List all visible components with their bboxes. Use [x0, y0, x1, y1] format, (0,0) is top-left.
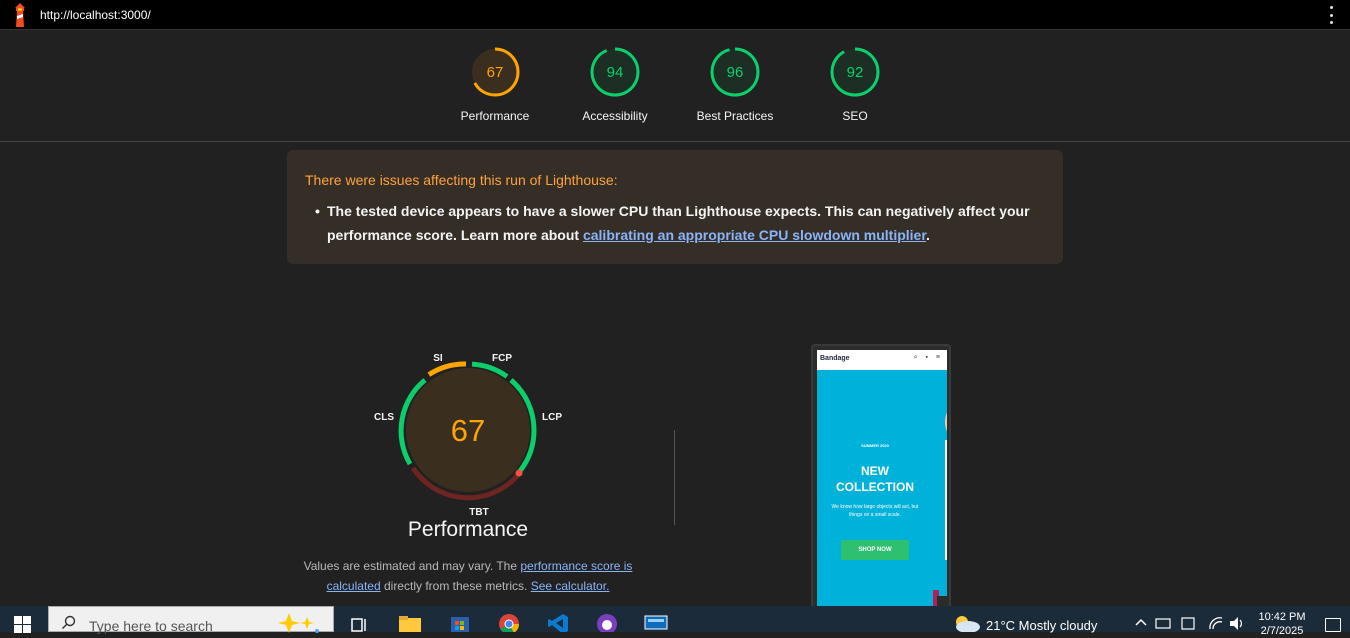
remote-desktop-icon[interactable]: [644, 612, 668, 632]
metric-label-tbt: TBT: [469, 507, 488, 518]
gauge-label: Best Practices: [696, 109, 774, 123]
task-view-icon[interactable]: [348, 612, 372, 632]
tray-icons: [1135, 617, 1242, 630]
warning-suffix: .: [926, 227, 930, 243]
cloudy-weather-icon: [956, 616, 980, 632]
notifications-icon[interactable]: [1325, 618, 1341, 632]
more-options-icon[interactable]: [1328, 6, 1334, 24]
screenshot-shop-button: SHOP NOW: [841, 540, 909, 560]
weather-widget[interactable]: 21°C Mostly cloudy: [952, 614, 1122, 633]
warning-title: There were issues affecting this run of …: [305, 172, 618, 188]
gauge-label: SEO: [842, 109, 868, 123]
performance-score: 67: [451, 413, 485, 448]
lighthouse-warning: There were issues affecting this run of …: [287, 150, 1063, 264]
screenshot-subtext: We know how large objects will act, but …: [831, 504, 919, 518]
clock-date: 2/7/2025: [1260, 625, 1304, 637]
system-tray[interactable]: [1134, 615, 1246, 632]
chrome-icon[interactable]: [497, 612, 521, 632]
gauge-best-practices[interactable]: 96 Best Practices: [680, 46, 790, 123]
taskbar-search-box[interactable]: Type here to search: [48, 606, 334, 634]
gauge-performance[interactable]: 67 Performance: [440, 46, 550, 123]
windows-taskbar: Type here to search 21°C Mostly cloudy 1…: [0, 606, 1350, 637]
screenshot-nav-icons: ⌕ ▪ ≡: [913, 354, 943, 361]
page-url: http://localhost:3000/: [40, 8, 151, 22]
browser-toolbar: http://localhost:3000/: [0, 0, 1350, 30]
gauge-ring: 94: [590, 47, 640, 97]
vscode-icon[interactable]: [546, 612, 570, 632]
gauge-ring: 67: [470, 47, 520, 97]
gauge-label: Accessibility: [582, 109, 648, 123]
divider: [674, 430, 675, 525]
performance-title: Performance: [407, 518, 529, 541]
headline-line: NEW: [861, 464, 889, 478]
gauge-label: Performance: [460, 109, 530, 123]
file-explorer-icon[interactable]: [398, 612, 422, 632]
gauge-score: 92: [847, 64, 864, 81]
score-gauges: 67 Performance 94 Accessibility 96 Best …: [0, 30, 1350, 142]
search-icon: [62, 615, 76, 629]
sparkle-icon: [278, 613, 319, 633]
gauge-ring: 96: [710, 47, 760, 97]
screenshot-kicker: SUMMER 2020: [861, 443, 889, 448]
performance-note: Values are estimated and may vary. The p…: [290, 556, 646, 596]
warning-item: • The tested device appears to have a sl…: [315, 199, 1037, 247]
bullet: •: [315, 203, 320, 219]
metric-label-fcp: FCP: [492, 353, 512, 364]
gauge-score: 94: [607, 64, 624, 81]
screenshot-headline: NEW COLLECTION: [817, 463, 933, 495]
metric-label-si: SI: [433, 353, 443, 364]
see-calculator-link[interactable]: See calculator.: [531, 579, 610, 593]
note-text: Values are estimated and may vary. The: [303, 559, 521, 573]
metric-label-lcp: LCP: [542, 412, 562, 423]
weather-text: 21°C Mostly cloudy: [986, 618, 1098, 633]
gauge-ring: 92: [830, 47, 880, 97]
performance-metrics-gauge[interactable]: SI FCP LCP TBT CLS 67: [368, 345, 568, 520]
headline-line: COLLECTION: [836, 480, 914, 494]
microsoft-store-icon[interactable]: [448, 612, 472, 632]
gauge-score: 67: [487, 64, 504, 81]
gauge-seo[interactable]: 92 SEO: [800, 46, 910, 123]
metric-label-cls: CLS: [374, 412, 394, 423]
taskbar-clock[interactable]: 10:42 PM 2/7/2025: [1252, 610, 1312, 638]
screenshot-header: Bandage ⌕ ▪ ≡: [817, 350, 947, 370]
gauge-accessibility[interactable]: 94 Accessibility: [560, 46, 670, 123]
model-figure-icon: [933, 412, 947, 606]
gauge-score: 96: [727, 64, 744, 81]
clock-time: 10:42 PM: [1258, 611, 1306, 623]
metric-dot-tbt: [515, 469, 523, 477]
screenshot-brand: Bandage: [820, 355, 850, 362]
final-screenshot[interactable]: Bandage ⌕ ▪ ≡ SUMMER 2020 NEW COLLECTION…: [811, 344, 951, 606]
note-text: directly from these metrics.: [380, 579, 531, 593]
lighthouse-logo-icon: [15, 3, 25, 27]
screenshot-page: Bandage ⌕ ▪ ≡ SUMMER 2020 NEW COLLECTION…: [817, 350, 947, 606]
windows-start-icon[interactable]: [14, 616, 32, 634]
cpu-slowdown-link[interactable]: calibrating an appropriate CPU slowdown …: [583, 227, 926, 243]
github-desktop-icon[interactable]: [595, 612, 619, 632]
